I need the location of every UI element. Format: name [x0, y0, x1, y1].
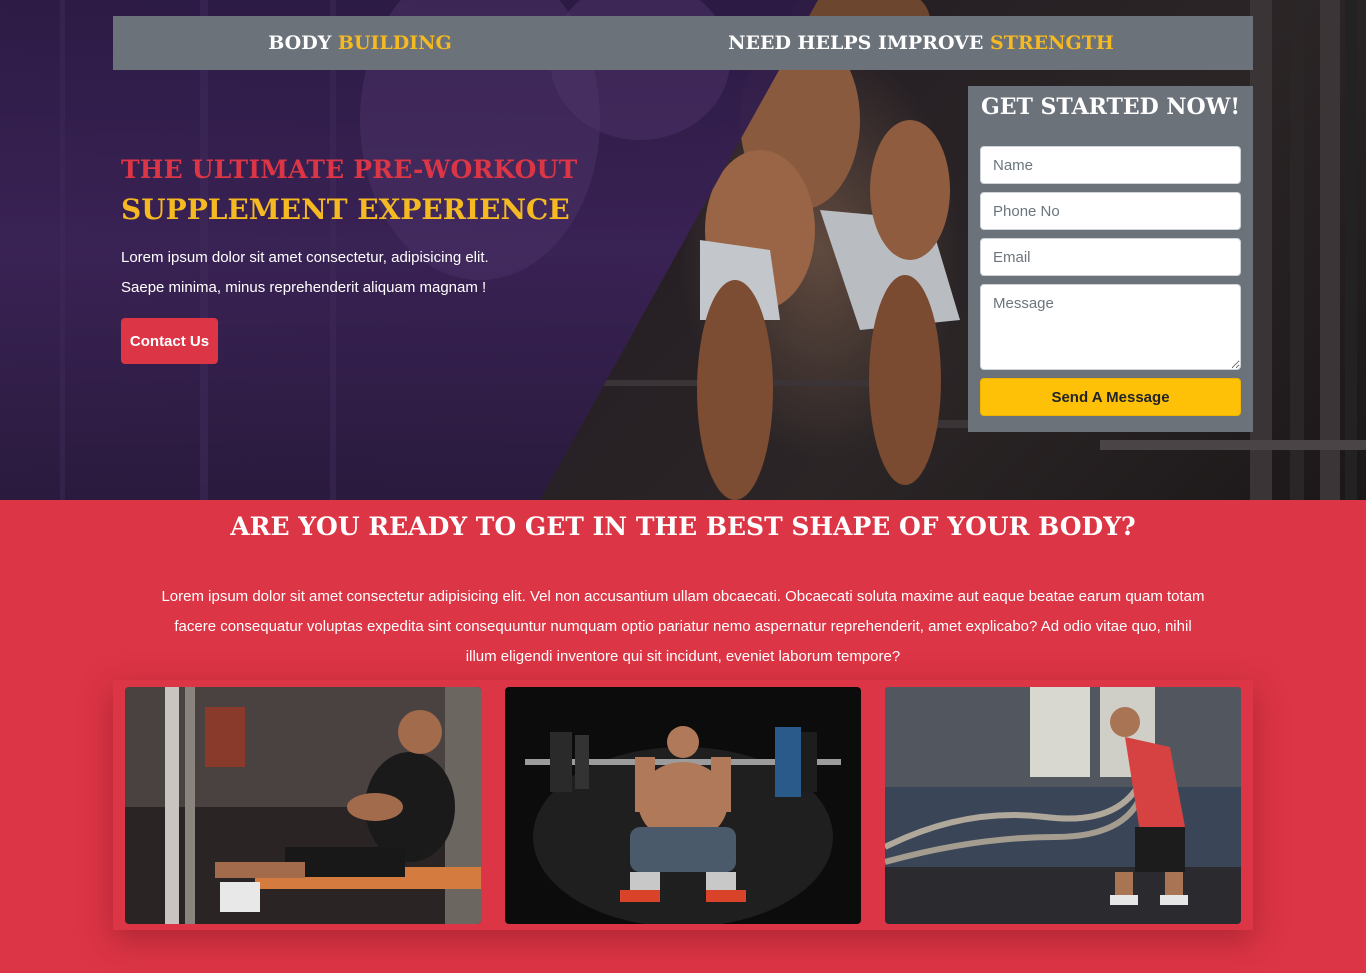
hero-headline: THE ULTIMATE PRE-WORKOUT SUPPLEMENT EXPE… [121, 153, 577, 229]
hero-section: BODY BUILDING NEED HELPS IMPROVE STRENGT… [0, 0, 1366, 500]
brand-word-2: BUILDING [337, 32, 452, 54]
hero-lead-line-2: Saepe minima, minus reprehenderit aliqua… [121, 279, 487, 296]
cable-row-photo [125, 687, 481, 924]
gallery [113, 680, 1253, 930]
send-message-button[interactable]: Send A Message [980, 378, 1241, 416]
phone-input[interactable] [980, 192, 1241, 230]
shape-section: ARE YOU READY TO GET IN THE BEST SHAPE O… [0, 500, 1366, 973]
hero-lead-line-1: Lorem ipsum dolor sit amet consectetur, … [121, 249, 489, 266]
name-input[interactable] [980, 146, 1241, 184]
site-brand[interactable]: BODY BUILDING [113, 32, 607, 54]
hero-lead: Lorem ipsum dolor sit amet consectetur, … [121, 243, 551, 303]
top-slogan: NEED HELPS IMPROVE STRENGTH [699, 32, 1143, 54]
form-title: GET STARTED NOW! [980, 94, 1241, 120]
gallery-image-barbell-squat[interactable] [505, 687, 861, 924]
gallery-image-battle-ropes[interactable] [885, 687, 1241, 924]
contact-us-button[interactable]: Contact Us [121, 318, 218, 364]
hero-title-line-2: SUPPLEMENT EXPERIENCE [121, 193, 570, 226]
top-banner: BODY BUILDING NEED HELPS IMPROVE STRENGT… [113, 16, 1253, 70]
slogan-highlight: STRENGTH [990, 32, 1114, 54]
section-title: ARE YOU READY TO GET IN THE BEST SHAPE O… [230, 512, 1136, 541]
hero-title-line-1: THE ULTIMATE PRE-WORKOUT [121, 155, 578, 184]
email-input[interactable] [980, 238, 1241, 276]
battle-ropes-photo [885, 687, 1241, 924]
message-textarea[interactable] [980, 284, 1241, 370]
slogan-text: NEED HELPS IMPROVE [728, 32, 984, 54]
section-description: Lorem ipsum dolor sit amet consectetur a… [161, 588, 1205, 665]
gallery-image-cable-row[interactable] [125, 687, 481, 924]
barbell-squat-photo [505, 687, 861, 924]
brand-word-1: BODY [268, 32, 332, 54]
signup-form: GET STARTED NOW! Send A Message [968, 86, 1253, 432]
